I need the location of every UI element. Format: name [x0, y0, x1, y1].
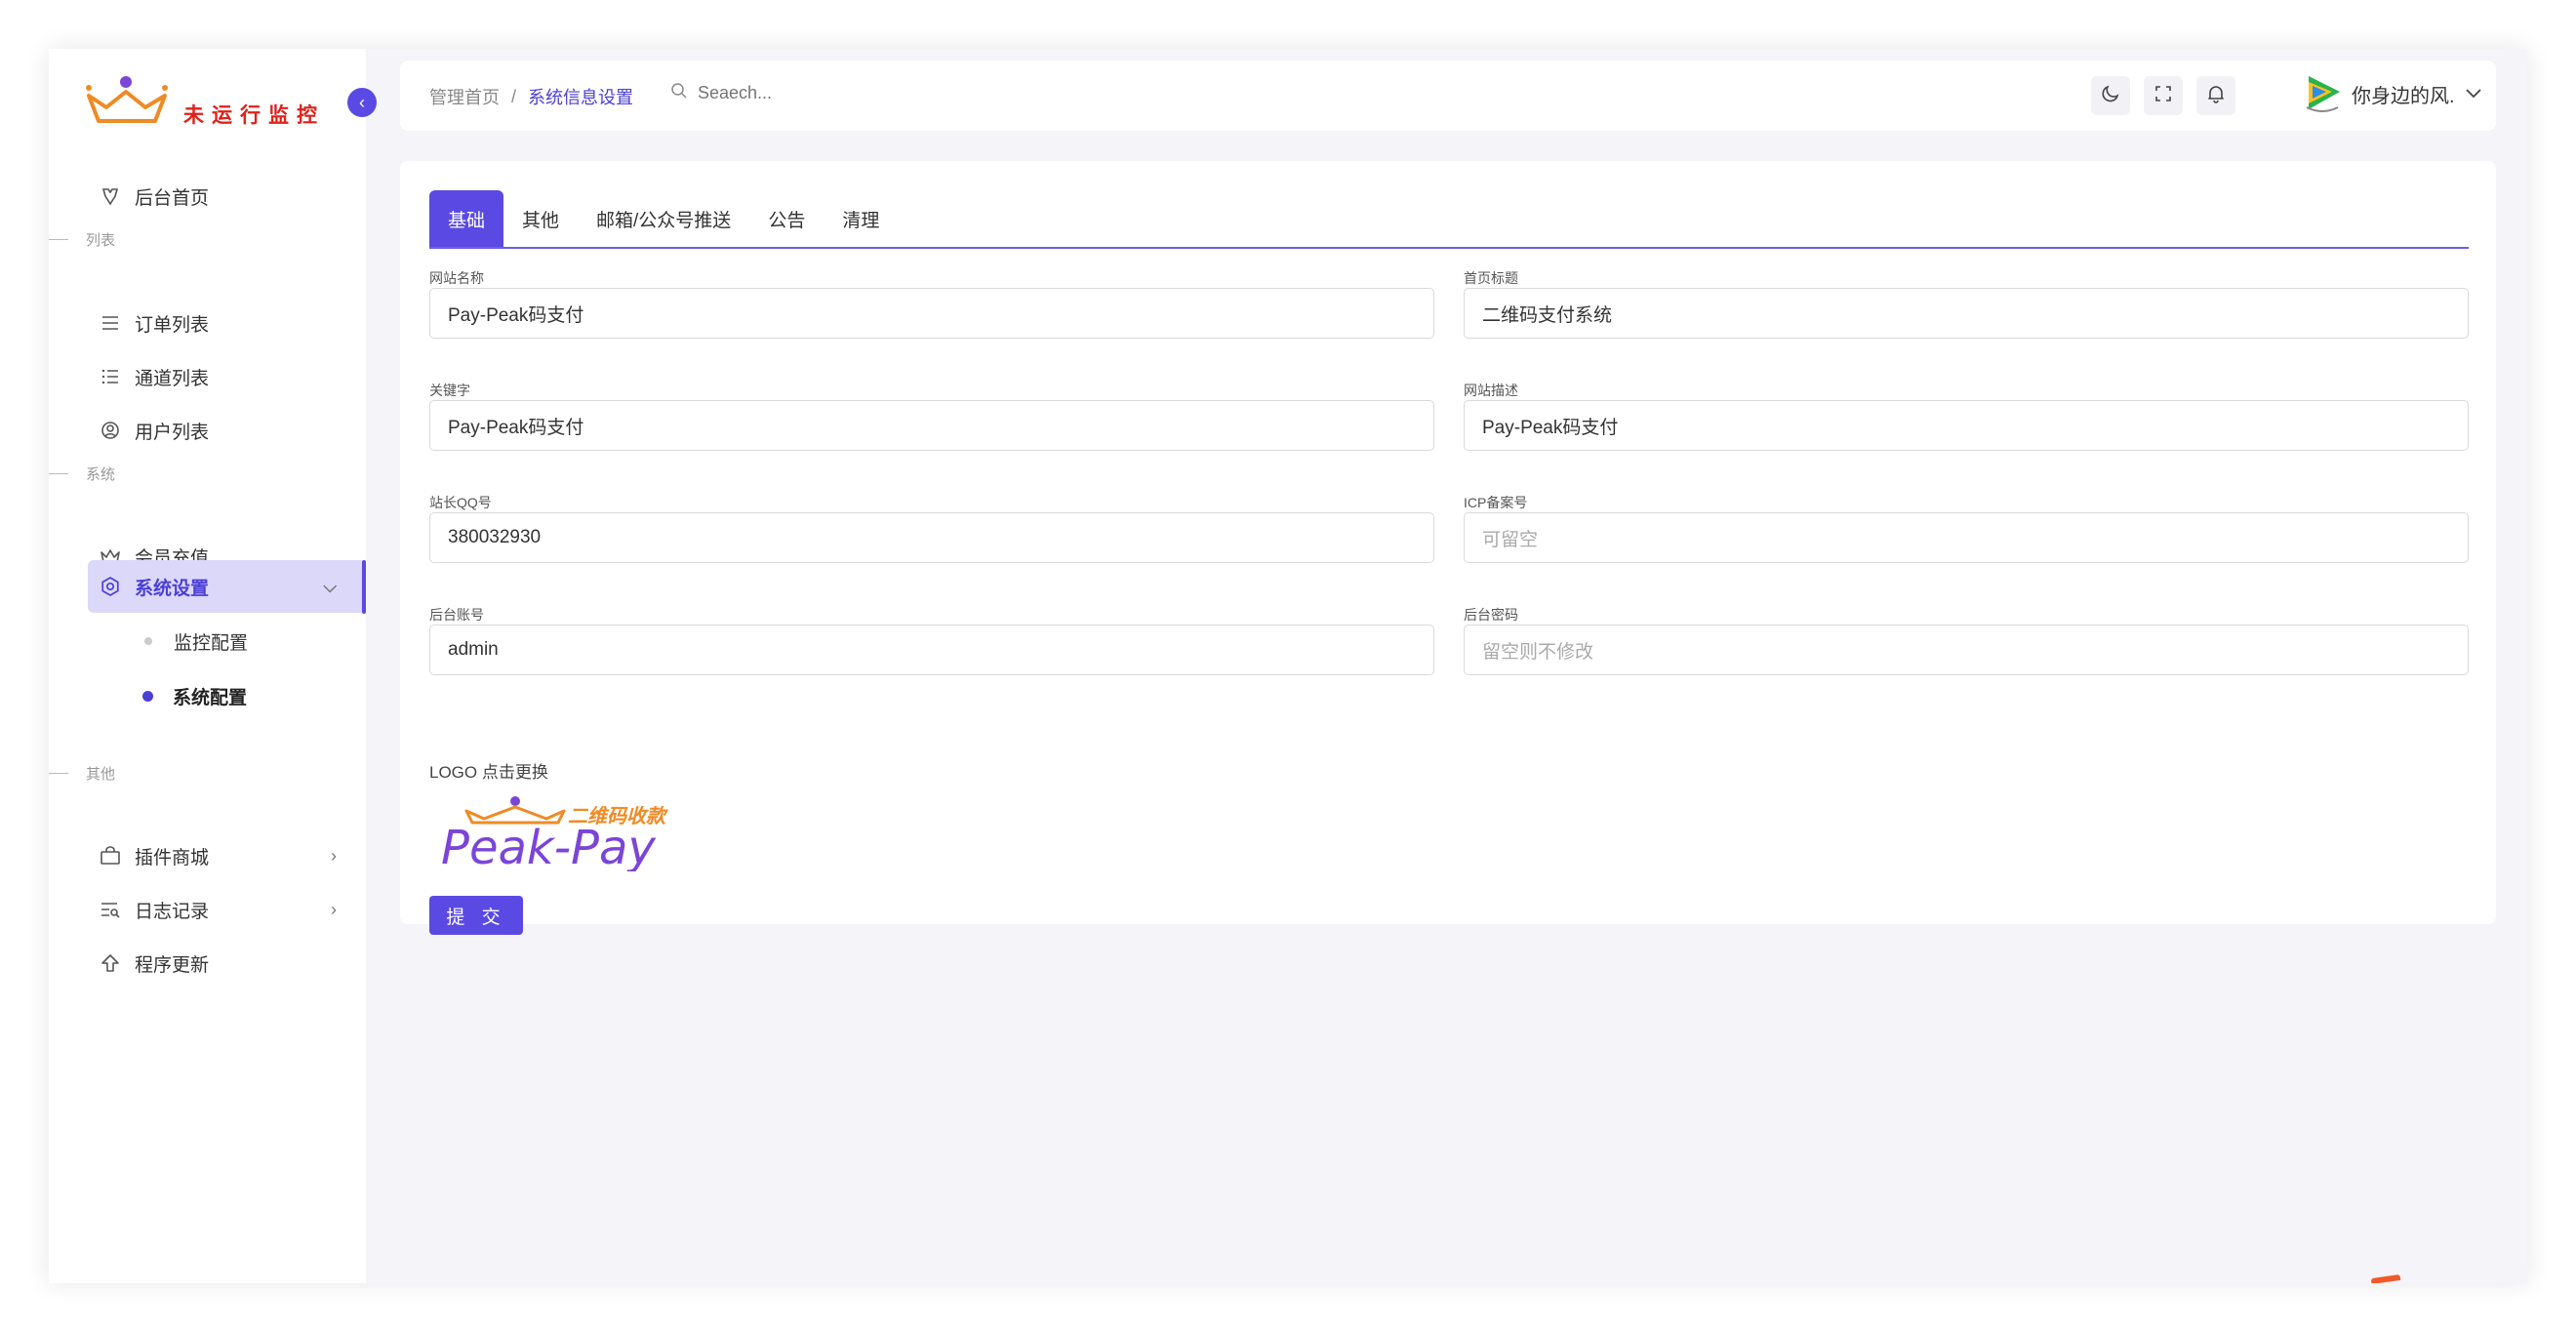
- home-icon: [98, 183, 123, 209]
- sidebar-item-channels[interactable]: 通道列表: [88, 350, 366, 403]
- chevron-down-icon: [2465, 83, 2482, 105]
- top-bar: 管理首页 / 系统信息设置 Seaech... 你身边的风.: [400, 61, 2496, 131]
- sidebar-item-label: 通道列表: [135, 368, 210, 389]
- qq-label: 站长QQ号: [429, 495, 492, 510]
- admin-pass-field: 后台密码 留空则不修改: [1464, 605, 2469, 675]
- shopping-bag-icon: [98, 843, 123, 868]
- sidebar-item-label: 订单列表: [135, 314, 210, 336]
- qq-field: 站长QQ号 380032930: [429, 493, 1434, 563]
- description-input[interactable]: Pay-Peak码支付: [1464, 400, 2469, 451]
- logo-image[interactable]: 二维码收款 Peak-Pay: [429, 793, 722, 871]
- app-window: 未运行监控 ‹ 后台首页 列表 订单列表 通道列表 用户列表 系统 会员充值 系…: [49, 49, 2527, 1283]
- fullscreen-icon: [2154, 85, 2172, 107]
- bullet-icon: [144, 637, 152, 645]
- home-title-field: 首页标题 二维码支付系统: [1464, 268, 2469, 339]
- sidebar-item-users[interactable]: 用户列表: [88, 404, 366, 457]
- keywords-label: 关键字: [429, 383, 470, 398]
- sidebar-subitem-monitor[interactable]: 监控配置: [98, 620, 248, 663]
- sidebar: 未运行监控 ‹ 后台首页 列表 订单列表 通道列表 用户列表 系统 会员充值 系…: [49, 49, 377, 1283]
- search-box[interactable]: [670, 82, 895, 104]
- brand-title: 未运行监控: [183, 104, 325, 127]
- admin-pass-label: 后台密码: [1464, 607, 1518, 623]
- home-title-input[interactable]: 二维码支付系统: [1464, 288, 2469, 339]
- site-name-field: 网站名称 Pay-Peak码支付: [429, 268, 1434, 339]
- upload-arrow-icon: [98, 950, 123, 976]
- icp-field: ICP备案号 可留空: [1464, 493, 2469, 563]
- keywords-field: 关键字 Pay-Peak码支付: [429, 381, 1434, 451]
- username: 你身边的风.: [2352, 85, 2455, 107]
- qq-input[interactable]: 380032930: [429, 512, 1434, 563]
- brand-logo[interactable]: 未运行监控: [83, 70, 366, 129]
- sidebar-subitem-system[interactable]: 系统配置: [98, 674, 247, 717]
- admin-user-field: 后台账号 admin: [429, 605, 1434, 675]
- user-menu[interactable]: 你身边的风.: [2303, 74, 2482, 113]
- breadcrumb-home[interactable]: 管理首页: [429, 84, 500, 109]
- sidebar-subitem-label: 系统配置: [173, 687, 248, 708]
- bullet-icon: [142, 690, 153, 702]
- chevron-left-icon: ‹: [359, 92, 365, 112]
- sidebar-item-plugins[interactable]: 插件商城 ›: [88, 829, 366, 882]
- gear-icon: [98, 574, 123, 599]
- tab-other[interactable]: 其他: [503, 190, 578, 247]
- sidebar-item-label: 后台首页: [135, 187, 210, 209]
- section-label-system: 系统: [49, 464, 115, 484]
- chevron-right-icon: ›: [331, 899, 337, 919]
- sidebar-item-logs[interactable]: 日志记录 ›: [88, 883, 366, 936]
- search-input[interactable]: [696, 82, 895, 104]
- settings-card: 基础 其他 邮箱/公众号推送 公告 清理 网站名称 Pay-Peak码支付 首页…: [400, 161, 2496, 935]
- settings-tabs: 基础 其他 邮箱/公众号推送 公告 清理: [429, 190, 2469, 249]
- tab-basic[interactable]: 基础: [429, 190, 504, 247]
- submit-button[interactable]: 提 交: [429, 896, 523, 935]
- section-label-list: 列表: [49, 229, 115, 250]
- bell-icon: [2207, 84, 2225, 108]
- fullscreen-button[interactable]: [2144, 76, 2183, 115]
- sidebar-item-home[interactable]: 后台首页: [88, 170, 366, 222]
- list-icon: [98, 364, 123, 389]
- keywords-input[interactable]: Pay-Peak码支付: [429, 400, 1434, 451]
- dark-mode-button[interactable]: [2091, 76, 2130, 115]
- section-label-other: 其他: [49, 763, 115, 784]
- notifications-button[interactable]: [2196, 76, 2235, 115]
- icp-input[interactable]: 可留空: [1464, 512, 2469, 563]
- avatar: [2306, 76, 2340, 112]
- description-field: 网站描述 Pay-Peak码支付: [1464, 381, 2469, 451]
- moon-icon: [2101, 84, 2120, 108]
- tab-email-push[interactable]: 邮箱/公众号推送: [578, 190, 749, 247]
- site-name-label: 网站名称: [429, 270, 484, 286]
- site-name-input[interactable]: Pay-Peak码支付: [429, 288, 1434, 339]
- user-circle-icon: [98, 418, 123, 443]
- tab-announcement[interactable]: 公告: [749, 190, 824, 247]
- icp-label: ICP备案号: [1464, 495, 1528, 510]
- log-search-icon: [98, 897, 123, 922]
- sidebar-item-label: 日志记录: [135, 901, 210, 922]
- admin-pass-input[interactable]: 留空则不修改: [1464, 625, 2469, 675]
- admin-user-input[interactable]: admin: [429, 625, 1434, 675]
- logo-label: LOGO 点击更换: [429, 763, 548, 782]
- home-title-label: 首页标题: [1464, 270, 1518, 286]
- breadcrumb-separator: /: [511, 86, 517, 106]
- active-indicator: [362, 560, 366, 614]
- admin-user-label: 后台账号: [429, 607, 484, 623]
- crown-logo-icon: [86, 76, 168, 123]
- menu-lines-icon: [98, 310, 123, 336]
- chevron-down-icon: ⌵: [323, 576, 337, 596]
- sidebar-item-label: 插件商城: [135, 847, 210, 868]
- sidebar-subitem-label: 监控配置: [174, 632, 249, 654]
- search-icon: [670, 82, 688, 104]
- breadcrumb: 管理首页 / 系统信息设置: [429, 84, 633, 109]
- sidebar-item-settings[interactable]: 系统设置 ⌵: [88, 560, 366, 613]
- sidebar-item-label: 系统设置: [135, 578, 210, 599]
- logo-text-en: Peak-Pay: [441, 821, 656, 871]
- sidebar-item-update[interactable]: 程序更新: [88, 937, 366, 989]
- collapse-sidebar-button[interactable]: ‹: [347, 88, 377, 117]
- tab-cleanup[interactable]: 清理: [824, 190, 898, 247]
- sidebar-item-label: 用户列表: [135, 422, 210, 443]
- description-label: 网站描述: [1464, 383, 1518, 398]
- corner-decoration: [2370, 1273, 2401, 1283]
- breadcrumb-current: 系统信息设置: [528, 88, 634, 107]
- chevron-right-icon: ›: [331, 845, 337, 866]
- sidebar-item-orders[interactable]: 订单列表: [88, 297, 366, 349]
- sidebar-item-label: 程序更新: [135, 954, 210, 976]
